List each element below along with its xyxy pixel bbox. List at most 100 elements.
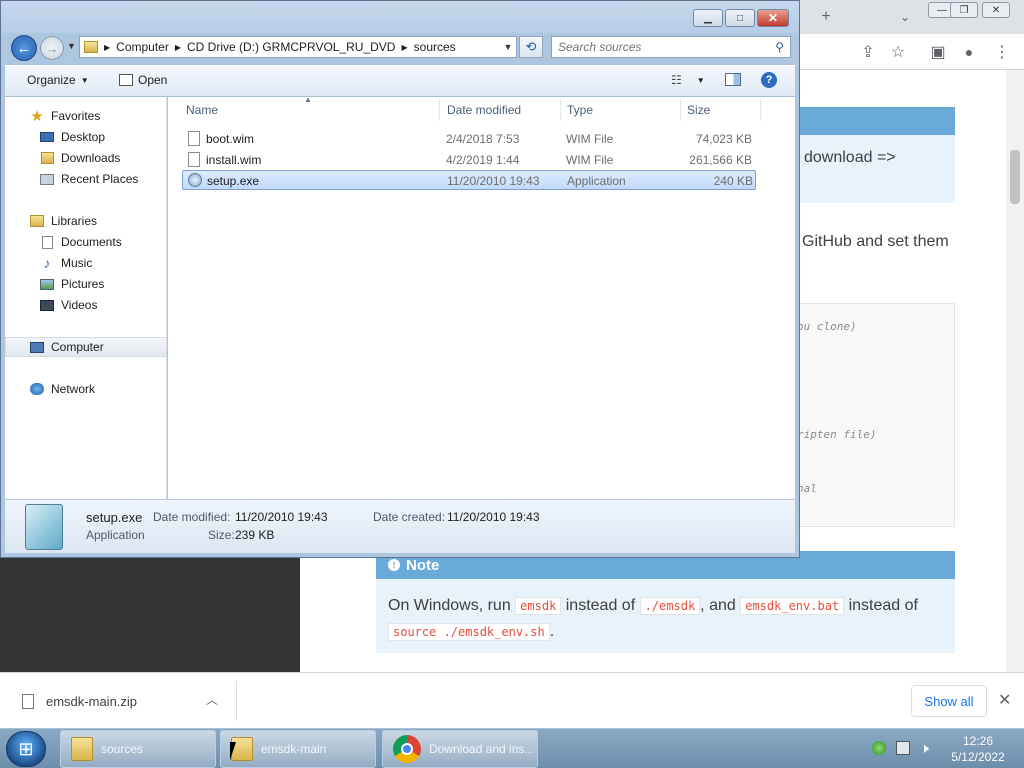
help-icon: ?: [761, 72, 777, 88]
explorer-titlebar[interactable]: [1, 1, 799, 33]
action-center-icon[interactable]: [872, 741, 886, 755]
browser-restore-button[interactable]: ❐: [950, 2, 978, 18]
minimize-button[interactable]: ▁: [693, 9, 723, 27]
back-button[interactable]: ←: [11, 35, 37, 61]
nav-desktop[interactable]: Desktop: [5, 127, 167, 147]
nav-network[interactable]: Network: [5, 379, 167, 399]
download-item[interactable]: emsdk-main.zip: [10, 685, 230, 717]
explorer-folder-icon: [71, 737, 93, 761]
recent-pages-dropdown[interactable]: ▼: [67, 41, 76, 51]
search-input[interactable]: [552, 37, 762, 57]
explorer-caption-buttons: ▁ □ ✕: [693, 9, 789, 27]
refresh-button[interactable]: ⟲: [519, 36, 543, 58]
nav-downloads[interactable]: Downloads: [5, 148, 167, 168]
preview-pane-button[interactable]: [725, 73, 741, 86]
nav-favorites-label: Favorites: [51, 109, 101, 123]
open-button[interactable]: Open: [119, 73, 167, 87]
nav-recent-places-label: Recent Places: [61, 172, 139, 186]
file-row-selected[interactable]: setup.exe 11/20/2010 19:43 Application 2…: [182, 170, 756, 190]
setup-large-icon: [25, 504, 63, 550]
breadcrumb-separator-icon[interactable]: ▶: [175, 43, 181, 52]
breadcrumb-separator-icon[interactable]: ▶: [401, 43, 407, 52]
open-icon: [119, 74, 133, 86]
refresh-icon: ⟲: [525, 39, 537, 54]
file-list-pane: Name ▲ Date modified Type Size boot.wim …: [168, 95, 795, 499]
network-tray-icon[interactable]: [896, 741, 910, 755]
breadcrumb-sources[interactable]: sources: [414, 40, 456, 54]
details-pane: setup.exe Application Date modified: 11/…: [5, 499, 795, 553]
page-scrollbar-thumb[interactable]: [1010, 150, 1020, 204]
column-header-name[interactable]: Name ▲: [182, 95, 440, 121]
nav-videos[interactable]: Videos: [5, 295, 167, 315]
help-button[interactable]: ?: [761, 72, 777, 88]
taskbar-button-chrome[interactable]: Download and ins...: [382, 730, 538, 768]
column-header-type[interactable]: Type: [561, 99, 681, 121]
note-text: , and: [700, 597, 736, 614]
shelf-divider: [236, 681, 237, 721]
breadcrumb-computer[interactable]: Computer: [116, 40, 169, 54]
start-button[interactable]: ⊞: [6, 731, 46, 767]
downloads-folder-icon: [39, 150, 55, 166]
search-icon[interactable]: ⚲: [775, 40, 784, 54]
share-icon[interactable]: ⇪: [856, 40, 880, 64]
search-box[interactable]: ⚲: [551, 36, 791, 58]
open-label: Open: [138, 73, 168, 87]
side-panel-icon[interactable]: ▣: [926, 40, 950, 64]
arrow-right-icon: →: [45, 40, 59, 56]
nav-libraries[interactable]: Libraries: [5, 211, 167, 231]
taskbar-button-emsdk-main[interactable]: emsdk-main: [220, 730, 376, 768]
chevron-up-icon[interactable]: ︿: [206, 691, 218, 708]
tab-search-icon[interactable]: ⌄: [893, 5, 917, 29]
organize-button[interactable]: Organize ▼: [27, 73, 89, 87]
details-date-modified-label: Date modified:: [153, 510, 231, 524]
details-date-created: 11/20/2010 19:43: [447, 510, 540, 524]
details-file-name: setup.exe: [86, 510, 143, 525]
address-bar[interactable]: ▶ Computer ▶ CD Drive (D:) GRMCPRVOL_RU_…: [79, 36, 517, 58]
details-size: 239 KB: [235, 528, 275, 542]
close-shelf-icon[interactable]: ✕: [998, 690, 1011, 710]
note-body: On Windows, run emsdk instead of ./emsdk…: [376, 579, 955, 653]
breadcrumb-separator-icon[interactable]: ▶: [104, 43, 110, 52]
column-header-date[interactable]: Date modified: [441, 99, 561, 121]
nav-recent-places[interactable]: Recent Places: [5, 169, 167, 189]
nav-documents[interactable]: Documents: [5, 232, 167, 252]
file-type: Application: [567, 174, 626, 188]
nav-music[interactable]: ♪ Music: [5, 253, 167, 273]
maximize-button[interactable]: □: [725, 9, 755, 27]
address-dropdown-icon[interactable]: ▼: [499, 36, 517, 58]
nav-videos-label: Videos: [61, 298, 98, 312]
column-size-label: Size: [687, 103, 711, 117]
clock[interactable]: 12:26 5/12/2022: [938, 733, 1018, 765]
setup-application-icon: [188, 173, 202, 187]
profile-avatar-icon[interactable]: ●: [957, 40, 981, 64]
file-name: boot.wim: [206, 132, 255, 146]
nav-pictures[interactable]: Pictures: [5, 274, 167, 294]
file-size: 240 KB: [713, 174, 753, 188]
taskbar-button-label: sources: [101, 742, 144, 756]
show-all-button[interactable]: Show all: [911, 685, 987, 717]
network-icon: [29, 381, 45, 397]
note-text: .: [549, 623, 555, 640]
browser-menu-icon[interactable]: ⋮: [990, 40, 1014, 64]
browser-close-button[interactable]: ✕: [982, 2, 1010, 18]
breadcrumb-cd-drive[interactable]: CD Drive (D:) GRMCPRVOL_RU_DVD: [187, 40, 395, 54]
file-date: 4/2/2019 1:44: [446, 153, 520, 167]
mouse-cursor-icon: [230, 742, 236, 760]
sort-ascending-icon: ▲: [304, 95, 312, 104]
bookmark-star-icon[interactable]: ☆: [886, 40, 910, 64]
note-code: emsdk: [515, 597, 562, 615]
forward-button[interactable]: →: [40, 36, 64, 60]
volume-muted-icon[interactable]: 🕨: [920, 740, 929, 757]
nav-computer[interactable]: Computer: [5, 337, 167, 357]
column-header-size[interactable]: Size: [681, 99, 761, 121]
change-view-button[interactable]: ☷ ▼: [671, 73, 705, 87]
new-tab-icon[interactable]: +: [814, 5, 838, 29]
nav-pictures-label: Pictures: [61, 277, 105, 291]
zip-file-icon: [22, 693, 34, 709]
file-row[interactable]: install.wim 4/2/2019 1:44 WIM File 261,5…: [182, 150, 756, 170]
nav-favorites[interactable]: ★ Favorites: [5, 106, 167, 126]
close-button[interactable]: ✕: [757, 9, 789, 27]
chevron-down-icon: ▼: [696, 75, 705, 85]
file-row[interactable]: boot.wim 2/4/2018 7:53 WIM File 74,023 K…: [182, 129, 756, 149]
taskbar-button-sources[interactable]: sources: [60, 730, 216, 768]
